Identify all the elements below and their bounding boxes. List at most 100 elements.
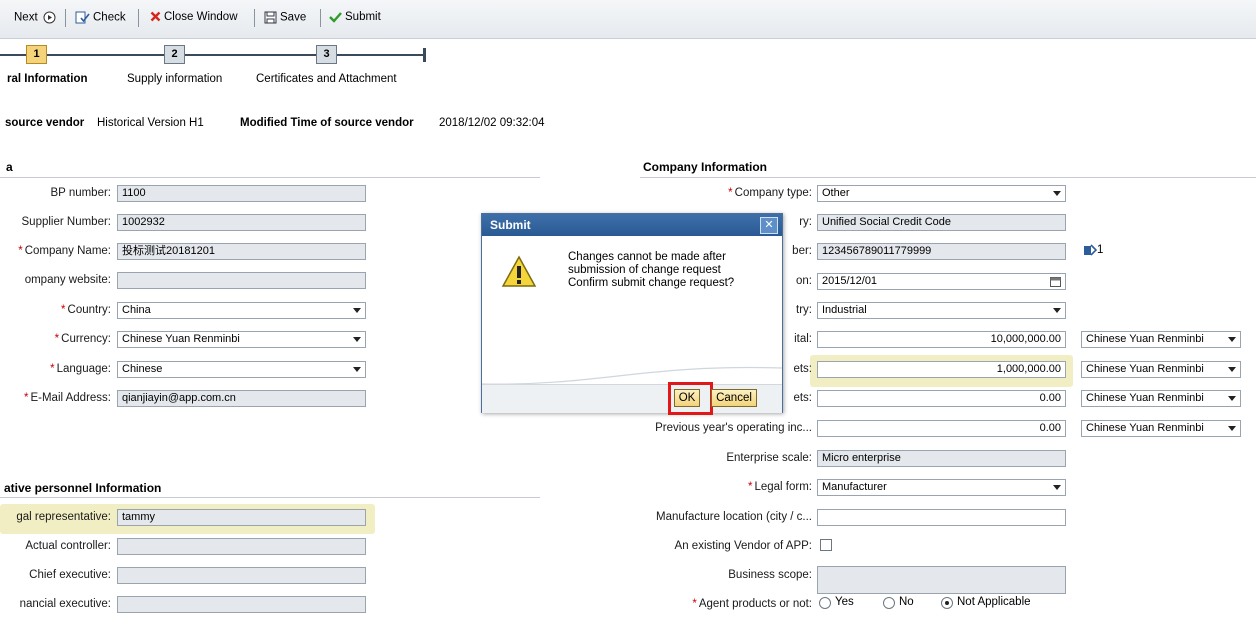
- agent-no-radio[interactable]: [883, 597, 895, 609]
- industry-dropdown[interactable]: Industrial: [817, 302, 1066, 319]
- assets-currency-dropdown[interactable]: Chinese Yuan Renminbi: [1081, 361, 1241, 378]
- prev-income-currency-dropdown[interactable]: Chinese Yuan Renminbi: [1081, 420, 1241, 437]
- language-label-text: Language:: [56, 363, 111, 375]
- required-asterisk: *: [18, 245, 23, 257]
- submit-dialog: Submit ✕ Changes cannot be made after su…: [481, 213, 783, 415]
- submit-check-icon: [329, 12, 342, 23]
- legal-form-dropdown[interactable]: Manufacturer: [817, 479, 1066, 496]
- chevron-down-icon: [353, 337, 361, 342]
- divider: [0, 497, 540, 498]
- step-2-box[interactable]: 2: [164, 45, 185, 64]
- agent-yes-label[interactable]: Yes: [835, 596, 854, 608]
- existing-vendor-checkbox[interactable]: [820, 539, 832, 551]
- registered-capital-field[interactable]: 10,000,000.00: [817, 331, 1066, 348]
- prev-income-currency-value: Chinese Yuan Renminbi: [1086, 422, 1204, 434]
- country-value: China: [122, 304, 151, 316]
- company-type-label-text: Company type:: [734, 187, 812, 199]
- net-assets-currency-dropdown[interactable]: Chinese Yuan Renminbi: [1081, 390, 1241, 407]
- roadmap-end-marker: [423, 48, 426, 62]
- email-label-text: E-Mail Address:: [30, 392, 111, 404]
- attachment-count: 1: [1097, 244, 1104, 257]
- company-type-dropdown[interactable]: Other: [817, 185, 1066, 202]
- check-label: Check: [93, 11, 126, 24]
- ok-button[interactable]: OK: [674, 389, 700, 407]
- currency-dropdown[interactable]: Chinese Yuan Renminbi: [117, 331, 366, 348]
- prev-income-label: Previous year's operating inc...: [655, 422, 812, 434]
- agent-yes-radio[interactable]: [819, 597, 831, 609]
- chief-executive-field[interactable]: [117, 567, 366, 584]
- dialog-title: Submit: [490, 218, 531, 232]
- roadmap-line: [0, 54, 426, 56]
- chevron-down-icon: [1053, 485, 1061, 490]
- next-label: Next: [14, 11, 38, 24]
- country-label: * Country:: [0, 304, 111, 316]
- supplier-number-field[interactable]: 1002932: [117, 214, 366, 231]
- chevron-down-icon: [1228, 367, 1236, 372]
- step-1-box[interactable]: 1: [26, 45, 47, 64]
- financial-executive-field[interactable]: [117, 596, 366, 613]
- agent-no-label[interactable]: No: [899, 596, 914, 608]
- company-name-field[interactable]: 投标测试20181201: [117, 243, 366, 260]
- next-button[interactable]: Next: [14, 11, 59, 24]
- calendar-icon[interactable]: [1050, 276, 1061, 287]
- id-type-field[interactable]: Unified Social Credit Code: [817, 214, 1066, 231]
- prev-income-field[interactable]: 0.00: [817, 420, 1066, 437]
- business-scope-label: Business scope:: [728, 569, 812, 581]
- financial-executive-label: nancial executive:: [19, 598, 111, 610]
- step-1-label[interactable]: ral Information: [7, 73, 88, 85]
- attachment-link[interactable]: 1: [1083, 244, 1103, 256]
- source-vendor-value: Historical Version H1: [97, 117, 204, 129]
- agent-not-applicable-label[interactable]: Not Applicable: [957, 596, 1031, 608]
- save-button[interactable]: Save: [264, 11, 306, 24]
- enterprise-scale-field[interactable]: Micro enterprise: [817, 450, 1066, 467]
- total-assets-field[interactable]: 1,000,000.00: [817, 361, 1066, 378]
- capital-currency-value: Chinese Yuan Renminbi: [1086, 333, 1204, 345]
- dialog-message-line: Changes cannot be made after: [568, 251, 726, 263]
- divider: [640, 177, 1256, 178]
- dialog-close-button[interactable]: ✕: [760, 217, 778, 234]
- toolbar: Next Check Close Window Save Submit: [0, 0, 1256, 39]
- country-dropdown[interactable]: China: [117, 302, 366, 319]
- existing-vendor-label: An existing Vendor of APP:: [674, 540, 812, 552]
- agent-products-label: * Agent products or not:: [620, 598, 812, 610]
- id-number-field[interactable]: 123456789011779999: [817, 243, 1066, 260]
- industry-value: Industrial: [822, 304, 867, 316]
- net-assets-currency-value: Chinese Yuan Renminbi: [1086, 392, 1204, 404]
- net-assets-field[interactable]: 0.00: [817, 390, 1066, 407]
- dialog-title-bar: Submit: [482, 214, 782, 236]
- company-website-field[interactable]: [117, 272, 366, 289]
- check-button[interactable]: Check: [75, 11, 126, 24]
- email-field[interactable]: qianjiayin@app.com.cn: [117, 390, 366, 407]
- chevron-down-icon: [353, 308, 361, 313]
- business-scope-field[interactable]: [817, 566, 1066, 594]
- step-2-label[interactable]: Supply information: [127, 73, 222, 85]
- language-dropdown[interactable]: Chinese: [117, 361, 366, 378]
- manufacture-location-field[interactable]: [817, 509, 1066, 526]
- step-3-label[interactable]: Certificates and Attachment: [256, 73, 397, 85]
- currency-label-text: Currency:: [61, 333, 111, 345]
- save-disk-icon: [264, 11, 277, 24]
- agent-not-applicable-radio[interactable]: [941, 597, 953, 609]
- company-name-label: * Company Name:: [0, 245, 111, 257]
- company-name-label-text: Company Name:: [24, 245, 111, 257]
- step-3-box[interactable]: 3: [316, 45, 337, 64]
- close-window-button[interactable]: Close Window: [150, 11, 238, 23]
- chief-executive-label: Chief executive:: [29, 569, 111, 581]
- currency-label: * Currency:: [0, 333, 111, 345]
- company-website-label: ompany website:: [24, 274, 111, 286]
- actual-controller-label: Actual controller:: [25, 540, 111, 552]
- actual-controller-field[interactable]: [117, 538, 366, 555]
- capital-currency-dropdown[interactable]: Chinese Yuan Renminbi: [1081, 331, 1241, 348]
- dialog-message: Changes cannot be made after submission …: [568, 251, 734, 290]
- legal-representative-field[interactable]: tammy: [117, 509, 366, 526]
- bp-number-field[interactable]: 1100: [117, 185, 366, 202]
- submit-button[interactable]: Submit: [329, 11, 381, 23]
- language-value: Chinese: [122, 363, 163, 375]
- dialog-message-line: Confirm submit change request?: [568, 277, 735, 289]
- establish-date-field[interactable]: 2015/12/01: [817, 273, 1066, 290]
- close-window-label: Close Window: [164, 11, 238, 23]
- company-section-header: Company Information: [643, 160, 768, 174]
- source-vendor-label: source vendor: [5, 117, 85, 129]
- left-section-header: a: [6, 160, 13, 174]
- cancel-button[interactable]: Cancel: [711, 389, 757, 407]
